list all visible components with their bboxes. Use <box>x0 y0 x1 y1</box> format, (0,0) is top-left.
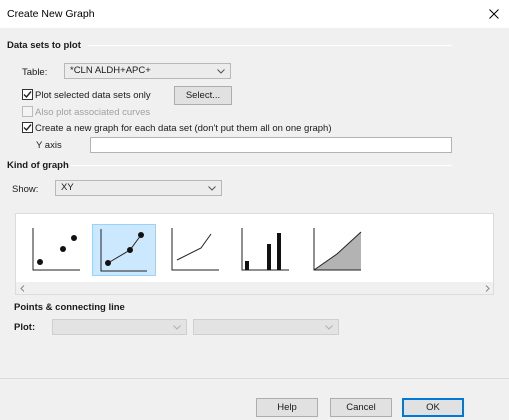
kind-heading: Kind of graph <box>7 160 69 171</box>
plot-selected-checkbox[interactable] <box>22 89 33 100</box>
cancel-button[interactable]: Cancel <box>330 398 392 417</box>
thumb-line-only[interactable] <box>165 224 229 276</box>
thumb-points-only[interactable] <box>26 224 90 276</box>
graph-type-gallery <box>15 213 494 295</box>
table-select-value: *CLN ALDH+APC+ <box>70 65 151 76</box>
checkmark-icon <box>23 124 32 132</box>
plot-label: Plot: <box>14 322 36 333</box>
select-button[interactable]: Select... <box>174 86 232 105</box>
scroll-left-icon[interactable] <box>16 282 28 294</box>
also-plot-checkbox[interactable] <box>22 106 33 117</box>
points-heading: Points & connecting line <box>14 302 125 313</box>
plot-select-2[interactable] <box>193 319 339 335</box>
also-plot-label: Also plot associated curves <box>35 107 151 118</box>
yaxis-label: Y axis <box>36 140 62 151</box>
show-select-value: XY <box>61 182 74 193</box>
chevron-down-icon <box>325 320 333 334</box>
plot-selected-label: Plot selected data sets only <box>35 90 151 101</box>
thumb-spikes[interactable] <box>235 224 299 276</box>
show-label: Show: <box>12 184 39 195</box>
chevron-down-icon <box>217 64 225 78</box>
yaxis-input[interactable] <box>90 137 452 153</box>
thumb-area-fill[interactable] <box>307 224 371 276</box>
help-button[interactable]: Help <box>256 398 318 417</box>
table-select[interactable]: *CLN ALDH+APC+ <box>64 63 231 79</box>
new-graph-label: Create a new graph for each data set (do… <box>35 123 332 134</box>
chevron-down-icon <box>173 320 181 334</box>
close-button[interactable] <box>479 0 509 28</box>
checkmark-icon <box>23 91 32 99</box>
dialog-footer: Help Cancel OK <box>0 378 509 420</box>
section-divider <box>71 165 452 166</box>
table-label: Table: <box>22 67 48 78</box>
spike-bars-icon <box>241 228 289 271</box>
plot-select-1[interactable] <box>52 319 187 335</box>
ok-button[interactable]: OK <box>402 398 464 417</box>
show-select[interactable]: XY <box>55 180 222 196</box>
scroll-right-icon[interactable] <box>481 282 493 294</box>
section-divider <box>88 45 452 46</box>
line-chart-icon <box>171 228 219 271</box>
new-graph-checkbox[interactable] <box>22 122 33 133</box>
area-chart-icon <box>313 228 362 271</box>
dialog-title: Create New Graph <box>7 8 95 20</box>
close-icon <box>489 9 499 19</box>
thumb-points-and-line[interactable] <box>92 224 156 276</box>
title-bar: Create New Graph <box>0 0 509 28</box>
gallery-scrollbar[interactable] <box>16 282 493 294</box>
scatter-points-icon <box>32 228 80 271</box>
points-and-line-icon <box>100 229 147 272</box>
datasets-heading: Data sets to plot <box>7 40 81 51</box>
chevron-down-icon <box>208 181 216 195</box>
